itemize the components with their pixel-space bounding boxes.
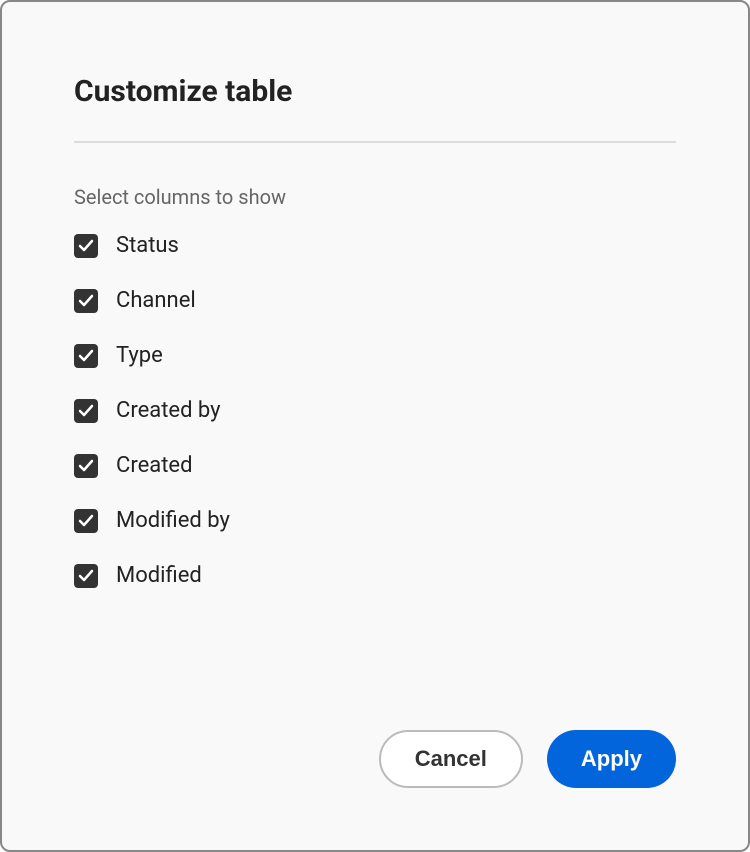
checkbox-row-type[interactable]: Type [74,343,676,368]
checkbox-row-created[interactable]: Created [74,453,676,478]
checkbox-created[interactable] [74,454,98,478]
checkbox-label: Modified by [116,508,230,533]
check-icon [78,348,94,364]
checkbox-label: Status [116,233,179,258]
checkbox-row-created-by[interactable]: Created by [74,398,676,423]
customize-table-dialog: Customize table Select columns to show S… [0,0,750,852]
dialog-title: Customize table [74,74,676,109]
checkbox-row-status[interactable]: Status [74,233,676,258]
button-row: Cancel Apply [379,730,676,788]
check-icon [78,238,94,254]
checkbox-label: Channel [116,288,196,313]
checkbox-modified-by[interactable] [74,509,98,533]
checkbox-list: Status Channel Type Created by Created [74,233,676,588]
check-icon [78,568,94,584]
check-icon [78,513,94,529]
checkbox-label: Modified [116,563,202,588]
divider [74,141,676,143]
checkbox-label: Created [116,453,192,478]
checkbox-channel[interactable] [74,289,98,313]
check-icon [78,293,94,309]
checkbox-modified[interactable] [74,564,98,588]
checkbox-label: Created by [116,398,221,423]
check-icon [78,458,94,474]
checkbox-row-modified[interactable]: Modified [74,563,676,588]
checkbox-row-channel[interactable]: Channel [74,288,676,313]
cancel-button[interactable]: Cancel [379,730,523,788]
checkbox-row-modified-by[interactable]: Modified by [74,508,676,533]
apply-button[interactable]: Apply [547,730,676,788]
check-icon [78,403,94,419]
checkbox-created-by[interactable] [74,399,98,423]
checkbox-status[interactable] [74,234,98,258]
dialog-subtitle: Select columns to show [74,185,676,209]
checkbox-label: Type [116,343,163,368]
checkbox-type[interactable] [74,344,98,368]
